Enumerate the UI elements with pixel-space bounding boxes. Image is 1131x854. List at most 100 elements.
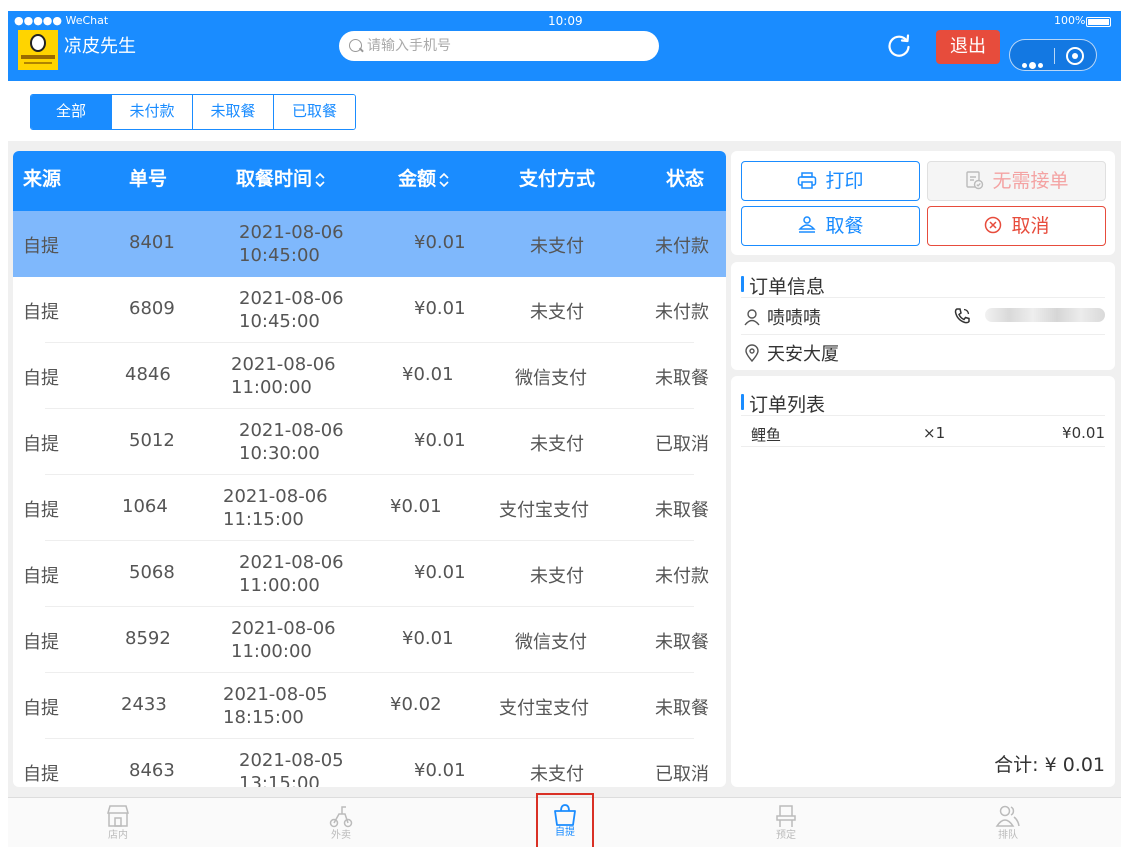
row-amount: ¥0.01 [402,628,454,649]
user-icon [744,309,760,326]
close-target-icon[interactable] [1066,47,1084,65]
print-button[interactable]: 打印 [741,161,920,201]
row-pickup-time: 2021-08-06 10:30:00 [239,420,344,464]
row-pickup-time: 2021-08-06 10:45:00 [239,288,344,332]
header-bar: ●●●●● WeChat 10:09 100% 凉皮先生 退出 [8,11,1121,81]
sort-icon[interactable] [438,172,450,188]
row-source: 自提 [23,500,59,521]
row-status: 已取消 [655,764,709,785]
table-row[interactable]: 自提 2433 2021-08-05 18:15:00 ¥0.02 支付宝支付 未… [13,673,726,739]
phone-number-masked [985,308,1105,322]
row-pickup-time: 2021-08-06 11:00:00 [231,618,336,662]
more-icon[interactable] [1022,53,1045,72]
food-icon [798,216,817,233]
table-row[interactable]: 自提 8592 2021-08-06 11:00:00 ¥0.01 微信支付 未取… [13,607,726,673]
table-row[interactable]: 自提 4846 2021-08-06 11:00:00 ¥0.01 微信支付 未取… [13,343,726,409]
order-actions-card: 打印 无需接单 取餐 取消 [731,151,1115,255]
order-total: 合计: ¥ 0.01 [994,754,1105,776]
scooter-icon [329,806,353,828]
filter-tab-unpaid[interactable]: 未付款 [112,95,193,129]
row-source: 自提 [23,368,59,389]
pickup-button[interactable]: 取餐 [741,206,920,246]
phone-icon[interactable] [953,307,971,325]
table-row[interactable]: 自提 8463 2021-08-05 13:15:00 ¥0.01 未支付 已取消 [13,739,726,787]
tab-reservation[interactable]: 预定 [758,800,814,846]
table-row[interactable]: 自提 6809 2021-08-06 10:45:00 ¥0.01 未支付 未付款 [13,277,726,343]
row-pickup-time: 2021-08-06 11:00:00 [231,354,336,398]
row-number: 2433 [121,694,167,715]
row-number: 8463 [129,760,175,781]
row-payment: 未支付 [530,566,584,587]
row-payment: 微信支付 [515,632,587,653]
customer-name: 啧啧啧 [743,304,821,330]
no-accept-button[interactable]: 无需接单 [927,161,1106,201]
row-source: 自提 [23,434,59,455]
table-row[interactable]: 自提 5068 2021-08-06 11:00:00 ¥0.01 未支付 未付款 [13,541,726,607]
row-source: 自提 [23,302,59,323]
tab-self-pickup[interactable]: 自提 [536,793,594,847]
table-row[interactable]: 自提 5012 2021-08-06 10:30:00 ¥0.01 未支付 已取消 [13,409,726,475]
row-amount: ¥0.01 [414,298,466,319]
search-box [339,31,659,61]
tab-dine-in[interactable]: 店内 [90,800,146,846]
row-pickup-time: 2021-08-06 11:00:00 [239,552,344,596]
row-amount: ¥0.01 [414,760,466,781]
column-header-amount[interactable]: 金额 [398,167,450,191]
order-info-title: 订单信息 [740,272,825,299]
filter-tab-picked-up[interactable]: 已取餐 [274,95,355,129]
tab-delivery[interactable]: 外卖 [313,800,369,846]
list-item: 鲤鱼 ×1 ¥0.01 [741,420,1105,448]
row-number: 5012 [129,430,175,451]
row-amount: ¥0.02 [390,694,442,715]
filter-tab-not-picked-up[interactable]: 未取餐 [193,95,274,129]
tab-queue[interactable]: 排队 [980,800,1036,846]
row-number: 8401 [129,232,175,253]
mini-program-capsule [1009,39,1097,71]
row-number: 6809 [129,298,175,319]
status-battery: 100% [1054,14,1086,27]
row-amount: ¥0.01 [402,364,454,385]
table-row[interactable]: 自提 1064 2021-08-06 11:15:00 ¥0.01 支付宝支付 未… [13,475,726,541]
column-header-number: 单号 [129,168,168,190]
row-payment: 支付宝支付 [499,500,589,521]
search-input[interactable] [367,31,647,61]
row-source: 自提 [23,698,59,719]
row-pickup-time: 2021-08-06 10:45:00 [239,222,344,266]
item-price: ¥0.01 [1062,424,1105,442]
column-header-source: 来源 [23,168,62,190]
search-icon [349,39,362,52]
row-amount: ¥0.01 [414,232,466,253]
logout-button[interactable]: 退出 [936,30,1000,64]
clipboard-check-icon [966,171,984,190]
column-header-pickup-time[interactable]: 取餐时间 [236,167,326,191]
chair-icon [776,805,796,827]
store-icon [107,805,129,827]
refresh-icon[interactable] [886,33,912,59]
row-source: 自提 [23,566,59,587]
location-icon [745,344,759,363]
row-status: 未取餐 [655,632,709,653]
sort-icon[interactable] [314,172,326,188]
row-status: 未付款 [655,236,709,257]
cancel-order-button[interactable]: 取消 [927,206,1106,246]
order-list-card: 订单列表 鲤鱼 ×1 ¥0.01 合计: ¥ 0.01 [731,376,1115,787]
row-payment: 支付宝支付 [499,698,589,719]
row-payment: 微信支付 [515,368,587,389]
table-row[interactable]: 自提 8401 2021-08-06 10:45:00 ¥0.01 未支付 未付款 [13,211,726,277]
filter-tab-all[interactable]: 全部 [31,95,112,129]
item-quantity: ×1 [923,424,946,442]
filter-bar: 全部 未付款 未取餐 已取餐 [8,81,1121,141]
row-number: 5068 [129,562,175,583]
close-circle-icon [985,216,1002,234]
status-carrier: ●●●●● WeChat [14,14,109,27]
shopping-bag-icon [554,804,576,826]
row-amount: ¥0.01 [414,562,466,583]
row-pickup-time: 2021-08-06 11:15:00 [223,486,328,530]
row-number: 4846 [125,364,171,385]
row-amount: ¥0.01 [414,430,466,451]
row-status: 未付款 [655,302,709,323]
order-table: 来源 单号 取餐时间 金额 支付方式 状态 自提 8401 2021-08-06… [13,151,726,787]
row-amount: ¥0.01 [390,496,442,517]
battery-icon [1086,17,1111,27]
shop-logo [18,30,58,70]
